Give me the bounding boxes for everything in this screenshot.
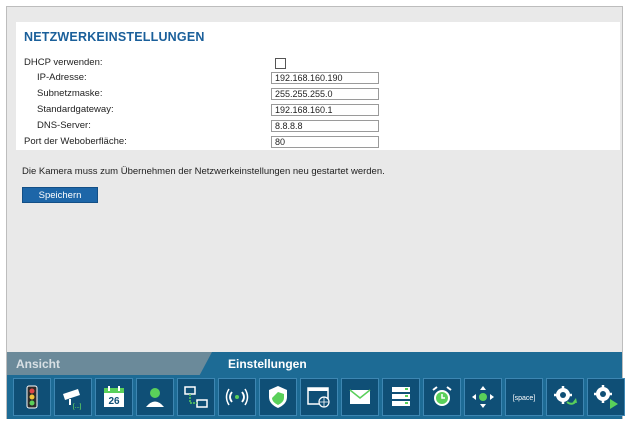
- settings-play-button[interactable]: [587, 378, 625, 416]
- page-title: NETZWERKEINSTELLUNGEN: [24, 30, 205, 44]
- settings-update-button[interactable]: [546, 378, 584, 416]
- port-label: Port der Weboberfläche:: [24, 136, 127, 147]
- ip-label: IP-Adresse:: [37, 72, 87, 83]
- traffic-light-icon: [26, 385, 38, 409]
- settings-update-icon: [554, 386, 577, 405]
- subnet-mask-field[interactable]: [271, 88, 379, 100]
- web-button[interactable]: [300, 378, 338, 416]
- pan-tilt-icon: [472, 386, 494, 408]
- user-button[interactable]: [136, 378, 174, 416]
- calendar-button[interactable]: 26: [95, 378, 133, 416]
- dhcp-label: DHCP verwenden:: [24, 57, 103, 68]
- save-button[interactable]: Speichern: [22, 187, 98, 203]
- port-field[interactable]: [271, 136, 379, 148]
- alarm-clock-icon: [432, 386, 452, 406]
- space-label: [space]: [513, 395, 536, 402]
- user-icon: [146, 388, 164, 407]
- storage-button[interactable]: [382, 378, 420, 416]
- svg-text:[...]: [...]: [73, 404, 82, 410]
- pan-tilt-button[interactable]: [464, 378, 502, 416]
- camera-icon: [...]: [63, 389, 82, 410]
- dns-label: DNS-Server:: [37, 120, 91, 131]
- wireless-button[interactable]: [218, 378, 256, 416]
- space-icon: [space]: [513, 395, 536, 402]
- mail-icon: [349, 389, 371, 404]
- restart-note: Die Kamera muss zum Übernehmen der Netzw…: [22, 166, 385, 177]
- dhcp-checkbox[interactable]: [275, 58, 286, 69]
- wireless-icon: [225, 388, 249, 406]
- tab-ansicht[interactable]: Ansicht: [16, 357, 60, 371]
- alarm-button[interactable]: [423, 378, 461, 416]
- shield-icon: [269, 386, 287, 408]
- security-button[interactable]: [259, 378, 297, 416]
- storage-icon: [392, 387, 410, 406]
- web-icon: [307, 387, 330, 408]
- traffic-light-button[interactable]: [13, 378, 51, 416]
- network-icon: [184, 386, 208, 408]
- space-button[interactable]: [space]: [505, 378, 543, 416]
- mail-button[interactable]: [341, 378, 379, 416]
- gateway-field[interactable]: [271, 104, 379, 116]
- ip-address-field[interactable]: [271, 72, 379, 84]
- camera-button[interactable]: [...]: [54, 378, 92, 416]
- dns-server-field[interactable]: [271, 120, 379, 132]
- calendar-icon: 26: [104, 386, 124, 407]
- calendar-day: 26: [108, 396, 120, 407]
- tab-einstellungen[interactable]: Einstellungen: [228, 357, 307, 371]
- settings-play-icon: [594, 385, 618, 409]
- subnet-label: Subnetzmaske:: [37, 88, 103, 99]
- gateway-label: Standardgateway:: [37, 104, 114, 115]
- network-button[interactable]: [177, 378, 215, 416]
